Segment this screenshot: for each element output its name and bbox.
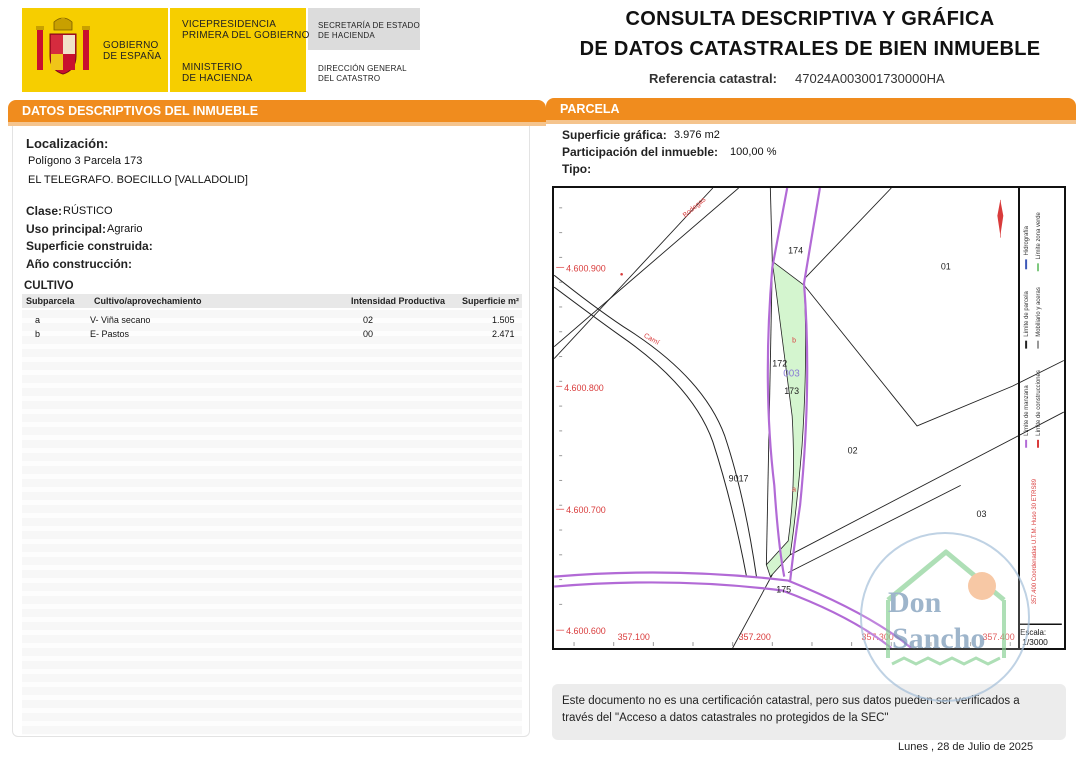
legend-coords: 357.400 Coordenadas U.T.M. Huso 30 ETRS8… [1032, 478, 1038, 604]
legend-text: Límite de manzana [1024, 385, 1030, 436]
table-cell: a [35, 315, 41, 325]
table-cell: 1.505 [492, 315, 515, 325]
uso-label: Uso principal: [26, 222, 107, 236]
parcel-label: 003 [783, 368, 800, 379]
secretaria-label: SECRETARÍA DE ESTADO DE HACIENDA [318, 21, 420, 40]
superficie-grafica-value: 3.976 m2 [674, 129, 720, 141]
map-x-label: 357.100 [618, 632, 650, 642]
section-bar-parcela: PARCELA [546, 98, 1076, 120]
col-intensidad: Intensidad Productiva [351, 296, 446, 306]
road-label: Bodegas [682, 196, 708, 219]
gobierno-label: GOBIERNO DE ESPAÑA [103, 40, 162, 62]
tipo-label: Tipo: [562, 162, 592, 176]
map-x-label: 357.200 [739, 632, 771, 642]
cultivo-title: CULTIVO [24, 280, 74, 292]
map-y-label: 4.600.600 [566, 626, 606, 636]
section-bar-datos: DATOS DESCRIPTIVOS DEL INMUEBLE [8, 100, 546, 122]
participacion-value: 100,00 % [730, 146, 777, 158]
coat-of-arms-icon [36, 17, 90, 75]
legend-text: Límite zona verde [1036, 211, 1042, 259]
subparcel-label: a [792, 486, 796, 493]
cultivo-table-body [22, 310, 522, 735]
anio-construccion-label: Año construcción: [26, 257, 133, 271]
parcel-label: 03 [977, 509, 987, 519]
superficie-grafica-label: Superficie gráfica: [562, 128, 667, 142]
table-cell: 02 [363, 315, 374, 325]
parcel-label: 9017 [729, 473, 749, 483]
legend-text: Límite de construcciones [1036, 370, 1042, 436]
ref-catastral-label: Referencia catastral: [649, 71, 777, 86]
participacion-label: Participación del inmueble: [562, 145, 719, 159]
table-cell: b [35, 329, 41, 339]
clase-value: RÚSTICO [63, 205, 113, 217]
ref-catastral-value: 47024A003001730000HA [795, 71, 945, 86]
don-sancho-watermark-icon: Don Sancho [860, 532, 1030, 702]
table-cell: 2.471 [492, 329, 515, 339]
localizacion-line1: Polígono 3 Parcela 173 [28, 155, 143, 167]
table-cell: V- Viña secano [90, 315, 151, 325]
ministerio-label: MINISTERIO DE HACIENDA [182, 62, 253, 84]
map-y-label: 4.600.800 [564, 383, 604, 393]
direccion-label: DIRECCIÓN GENERAL DEL CATASTRO [318, 64, 407, 83]
parcel-173-shape [765, 260, 807, 578]
localizacion-label: Localización: [26, 136, 109, 151]
parcel-label: 175 [776, 584, 791, 594]
watermark-text: Don [888, 586, 942, 619]
parcel-label: 174 [788, 245, 803, 255]
legend-text: Mobiliario y aceras [1036, 287, 1042, 337]
subparcel-label: b [792, 338, 796, 345]
vicepresidencia-label: VICEPRESIDENCIA PRIMERA DEL GOBIERNO [182, 19, 310, 41]
clase-label: Clase: [26, 204, 63, 218]
superficie-construida-label: Superficie construida: [26, 239, 153, 253]
parcel-label: 173 [784, 386, 799, 396]
document-title-line2: DE DATOS CATASTRALES DE BIEN INMUEBLE [579, 38, 1041, 60]
table-cell: 00 [363, 329, 374, 339]
document-title-line1: CONSULTA DESCRIPTIVA Y GRÁFICA [625, 8, 995, 30]
col-superficie: Superficie m² [462, 296, 520, 306]
section-bar-shadow [546, 120, 1076, 124]
parcel-label: 02 [848, 446, 858, 456]
col-cultivo: Cultivo/aprovechamiento [94, 296, 202, 306]
north-arrow-icon [997, 199, 1004, 238]
col-subparcela: Subparcela [26, 296, 75, 306]
uso-value: Agrario [107, 223, 143, 235]
localizacion-line2: EL TELEGRAFO. BOECILLO [VALLADOLID] [28, 174, 248, 186]
table-cell: E- Pastos [90, 329, 130, 339]
document-date: Lunes , 28 de Julio de 2025 [898, 741, 1034, 753]
map-y-label: 4.600.700 [566, 505, 606, 515]
parcel-label: 172 [772, 358, 787, 368]
map-y-label: 4.600.900 [566, 263, 606, 273]
parcel-label: 01 [941, 261, 951, 271]
legend-text: Hidrografía [1024, 225, 1030, 255]
road-label: Camí [642, 332, 660, 346]
legend-text: Límite de parcela [1024, 290, 1030, 336]
watermark-text: Sancho [892, 622, 985, 655]
